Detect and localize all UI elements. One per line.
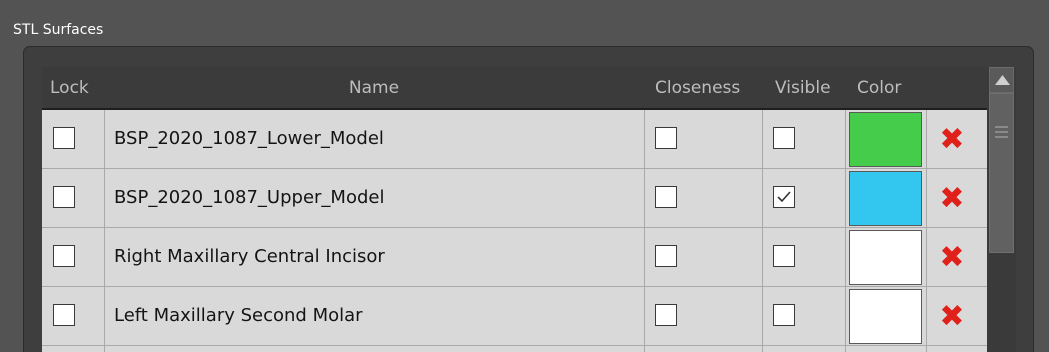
color-swatch[interactable] (849, 171, 922, 226)
surface-name: Left Maxillary Second Molar (114, 305, 363, 326)
column-header-visible[interactable]: Visible (775, 67, 831, 110)
delete-x-icon[interactable]: ✖ (932, 299, 972, 335)
column-divider (845, 110, 846, 352)
color-swatch[interactable] (849, 230, 922, 285)
delete-x-icon[interactable]: ✖ (932, 240, 972, 276)
closeness-checkbox[interactable] (655, 186, 677, 208)
lock-checkbox[interactable] (53, 245, 75, 267)
column-header-closeness[interactable]: Closeness (655, 67, 740, 110)
column-header-name[interactable]: Name (104, 67, 644, 110)
closeness-checkbox[interactable] (655, 245, 677, 267)
surface-name: BSP_2020_1087_Upper_Model (114, 187, 385, 208)
closeness-checkbox[interactable] (655, 304, 677, 326)
column-divider (762, 110, 763, 352)
color-swatch[interactable] (849, 289, 922, 344)
delete-x-icon[interactable]: ✖ (932, 181, 972, 217)
column-header-color[interactable]: Color (857, 67, 901, 110)
lock-checkbox[interactable] (53, 186, 75, 208)
visible-checkbox[interactable] (773, 186, 795, 208)
grip-line (995, 131, 1008, 133)
delete-x-icon[interactable]: ✖ (932, 122, 972, 158)
table-header: Lock Name Closeness Visible Color (42, 67, 987, 110)
scroll-thumb[interactable] (989, 93, 1014, 253)
column-header-lock[interactable]: Lock (50, 67, 89, 110)
stl-surfaces-group-title: STL Surfaces (13, 22, 104, 38)
visible-checkbox[interactable] (773, 127, 795, 149)
color-swatch[interactable] (849, 112, 922, 167)
scroll-up-button[interactable] (989, 67, 1014, 93)
vertical-scrollbar[interactable] (987, 67, 1016, 352)
closeness-checkbox[interactable] (655, 127, 677, 149)
grip-line (995, 136, 1008, 138)
checkmark-icon (777, 191, 791, 203)
lock-checkbox[interactable] (53, 127, 75, 149)
visible-checkbox[interactable] (773, 245, 795, 267)
column-divider (926, 110, 927, 352)
visible-checkbox[interactable] (773, 304, 795, 326)
stl-surfaces-table: Lock Name Closeness Visible Color BSP_20… (42, 67, 987, 352)
surface-name: BSP_2020_1087_Lower_Model (114, 128, 384, 149)
column-divider (104, 110, 105, 352)
column-divider (644, 110, 645, 352)
arrow-up-icon (995, 75, 1010, 85)
lock-checkbox[interactable] (53, 304, 75, 326)
surface-name: Right Maxillary Central Incisor (114, 246, 385, 267)
grip-line (995, 126, 1008, 128)
